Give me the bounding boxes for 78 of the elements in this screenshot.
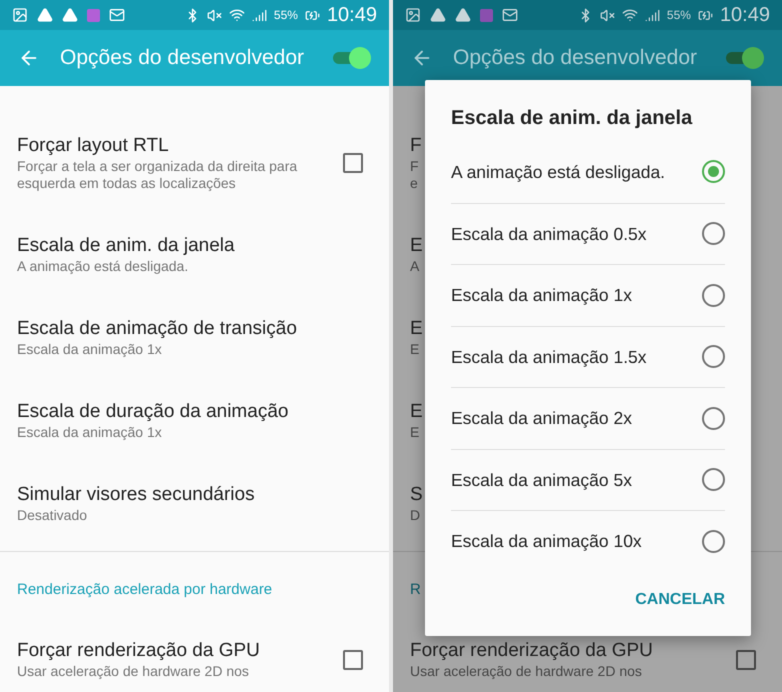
- image-icon: [405, 7, 421, 23]
- setting-summary: A: [410, 258, 420, 275]
- setting-summary: Usar aceleração de hardware 2D nos: [410, 663, 642, 680]
- dialog-title: Escala de anim. da janela: [451, 106, 692, 131]
- mute-icon: [600, 8, 615, 22]
- setting-summary: D: [410, 507, 420, 524]
- setting-title: Forçar renderização da GPU: [17, 639, 260, 663]
- setting-summary: Desativado: [17, 507, 88, 524]
- settings-item[interactable]: Escala de anim. da janela A animação está desligada.: [0, 213, 389, 296]
- category-heading: Renderização acelerada por hardware: [17, 581, 272, 598]
- setting-summary: Usar aceleração de hardware 2D nos: [17, 663, 249, 680]
- clock: 10:49: [326, 3, 377, 28]
- settings-item[interactable]: Forçar layout RTL Forçar a tela a ser organizada da direita para esquerda em todas as localizações: [0, 113, 389, 213]
- setting-title: S: [410, 483, 423, 507]
- setting-summary: F: [410, 158, 419, 175]
- app-icon: [480, 8, 493, 22]
- warning-icon: [62, 7, 78, 23]
- master-switch[interactable]: [726, 47, 764, 69]
- setting-summary: Escala da animação 1x: [17, 424, 162, 441]
- image-icon: [12, 7, 28, 23]
- radio-option[interactable]: Escala da animação 1x: [451, 264, 725, 326]
- signal-icon: [252, 8, 267, 22]
- settings-item[interactable]: Escala de duração da animação Escala da animação 1x: [0, 379, 389, 462]
- warning-icon: [37, 7, 53, 23]
- settings-item[interactable]: Escala de animação de transição Escala da animação 1x: [0, 296, 389, 379]
- radio-button[interactable]: [702, 530, 725, 553]
- radio-button[interactable]: [702, 284, 725, 307]
- setting-title: E: [410, 317, 423, 341]
- radio-button[interactable]: [702, 468, 725, 492]
- radio-button[interactable]: [702, 406, 725, 430]
- app-icon: [87, 8, 100, 22]
- radio-option[interactable]: Escala da animação 1.5x: [451, 326, 725, 387]
- mute-icon: [206, 8, 222, 22]
- radio-button[interactable]: [702, 345, 725, 368]
- setting-title: F: [410, 134, 422, 158]
- setting-title: Escala de duração da animação: [17, 400, 288, 424]
- clock: 10:49: [720, 3, 770, 28]
- mail-icon: [109, 7, 125, 23]
- setting-summary: Forçar a tela a ser organizada da direita para: [17, 158, 298, 175]
- radio-option[interactable]: Escala da animação 5x: [451, 448, 725, 510]
- setting-title: Forçar layout RTL: [17, 134, 169, 158]
- battery-percent: 55%: [666, 7, 691, 24]
- setting-title: Forçar renderização da GPU: [410, 639, 653, 663]
- checkbox[interactable]: [343, 153, 363, 173]
- setting-summary: e: [410, 175, 418, 192]
- setting-summary: E: [410, 424, 420, 441]
- radio-button[interactable]: [702, 160, 725, 184]
- setting-summary: esquerda em todas as localizações: [17, 175, 236, 192]
- master-switch[interactable]: [333, 47, 371, 69]
- signal-icon: [644, 8, 660, 22]
- checkbox[interactable]: [343, 650, 363, 670]
- screen-title: Opções do desenvolvedor: [453, 45, 697, 72]
- radio-option[interactable]: A animação está desligada.: [451, 141, 725, 202]
- cancel-button[interactable]: CANCELAR: [635, 588, 725, 612]
- setting-summary: E: [410, 341, 420, 358]
- wifi-icon: [622, 7, 638, 23]
- settings-item[interactable]: Forçar renderização da GPU Usar aceleração de hardware 2D nos: [0, 618, 389, 692]
- category-heading: R: [410, 581, 421, 598]
- warning-icon: [455, 7, 471, 23]
- screen-title: Opções do desenvolvedor: [60, 45, 304, 72]
- setting-title: E: [410, 400, 423, 424]
- settings-item[interactable]: Forçar renderização da GPU Usar aceleração de hardware 2D nos: [393, 618, 782, 692]
- setting-title: Escala de animação de transição: [17, 317, 297, 341]
- setting-summary: A animação está desligada.: [17, 258, 188, 275]
- wifi-icon: [228, 7, 245, 23]
- battery-percent: 55%: [274, 7, 298, 24]
- checkbox[interactable]: [736, 650, 756, 670]
- mail-icon: [502, 7, 518, 23]
- setting-title: Escala de anim. da janela: [17, 234, 235, 258]
- radio-option[interactable]: Escala da animação 0.5x: [451, 202, 725, 264]
- setting-title: E: [410, 234, 423, 258]
- settings-item[interactable]: Simular visores secundários Desativado: [0, 462, 389, 545]
- setting-title: Simular visores secundários: [17, 483, 255, 507]
- radio-option[interactable]: Escala da animação 2x: [451, 387, 725, 448]
- setting-summary: Escala da animação 1x: [17, 341, 162, 358]
- warning-icon: [430, 7, 446, 23]
- radio-option[interactable]: Escala da animação 10x: [451, 510, 725, 572]
- radio-button[interactable]: [702, 222, 725, 246]
